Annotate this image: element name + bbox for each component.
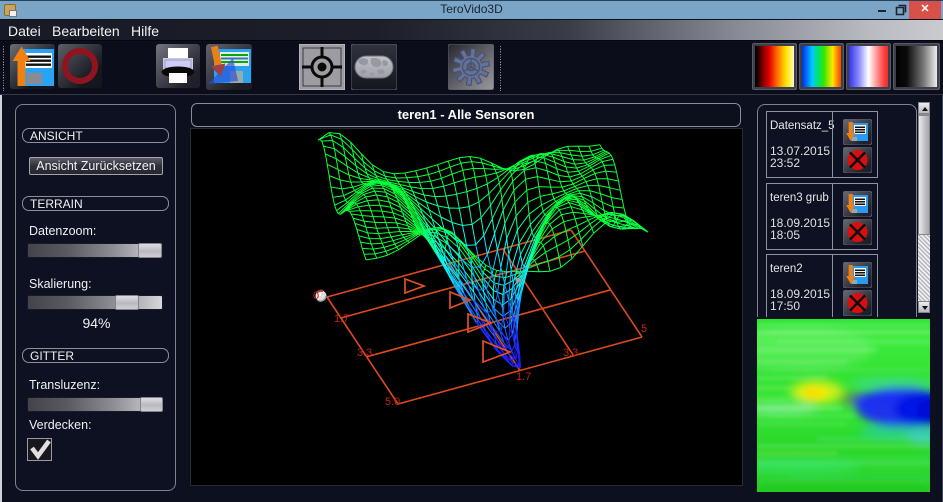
svg-text:0: 0 [313,290,319,302]
svg-text:3.3: 3.3 [563,347,578,359]
svg-text:1.7: 1.7 [334,313,349,325]
svg-text:3.3: 3.3 [357,347,372,359]
svg-text:5.0: 5.0 [385,396,400,408]
svg-text:5: 5 [641,323,647,335]
svg-text:1.7: 1.7 [516,371,531,383]
